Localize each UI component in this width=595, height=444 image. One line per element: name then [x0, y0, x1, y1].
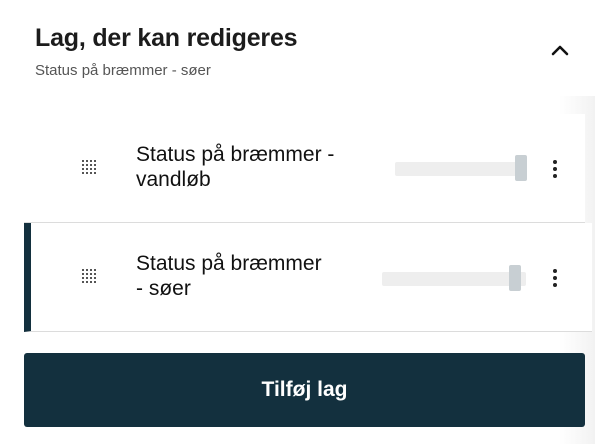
add-layer-button[interactable]: Tilføj lag — [24, 353, 585, 427]
collapse-button[interactable] — [540, 34, 580, 66]
layer-item-active: Status på bræmmer - søer — [24, 223, 592, 332]
panel-header: Lag, der kan redigeres Status på bræmmer… — [0, 0, 595, 96]
drag-handle-icon[interactable] — [81, 159, 97, 175]
layer-name-line2: - søer — [136, 277, 191, 300]
layer-name: Status på bræmmer - søer — [136, 251, 386, 301]
layer-name: Status på bræmmer - vandløb — [136, 142, 406, 192]
layer-menu-button[interactable] — [546, 154, 564, 184]
opacity-slider-thumb[interactable] — [515, 155, 527, 181]
opacity-slider-thumb[interactable] — [509, 265, 521, 291]
more-vertical-icon — [553, 160, 557, 164]
drag-handle-icon[interactable] — [81, 268, 97, 284]
layer-name-line1: Status på bræmmer - — [136, 143, 335, 166]
chevron-up-icon — [551, 45, 569, 56]
layer-menu-button[interactable] — [546, 263, 564, 293]
more-vertical-icon — [553, 269, 557, 273]
panel-title: Lag, der kan redigeres — [35, 24, 298, 52]
layer-name-line2: vandløb — [136, 168, 211, 191]
opacity-slider-track[interactable] — [382, 272, 526, 286]
panel-subtitle: Status på bræmmer - søer — [35, 62, 211, 79]
opacity-slider-track[interactable] — [395, 162, 527, 176]
layer-item: Status på bræmmer - vandløb — [24, 114, 585, 223]
layer-name-line1: Status på bræmmer — [136, 252, 322, 275]
